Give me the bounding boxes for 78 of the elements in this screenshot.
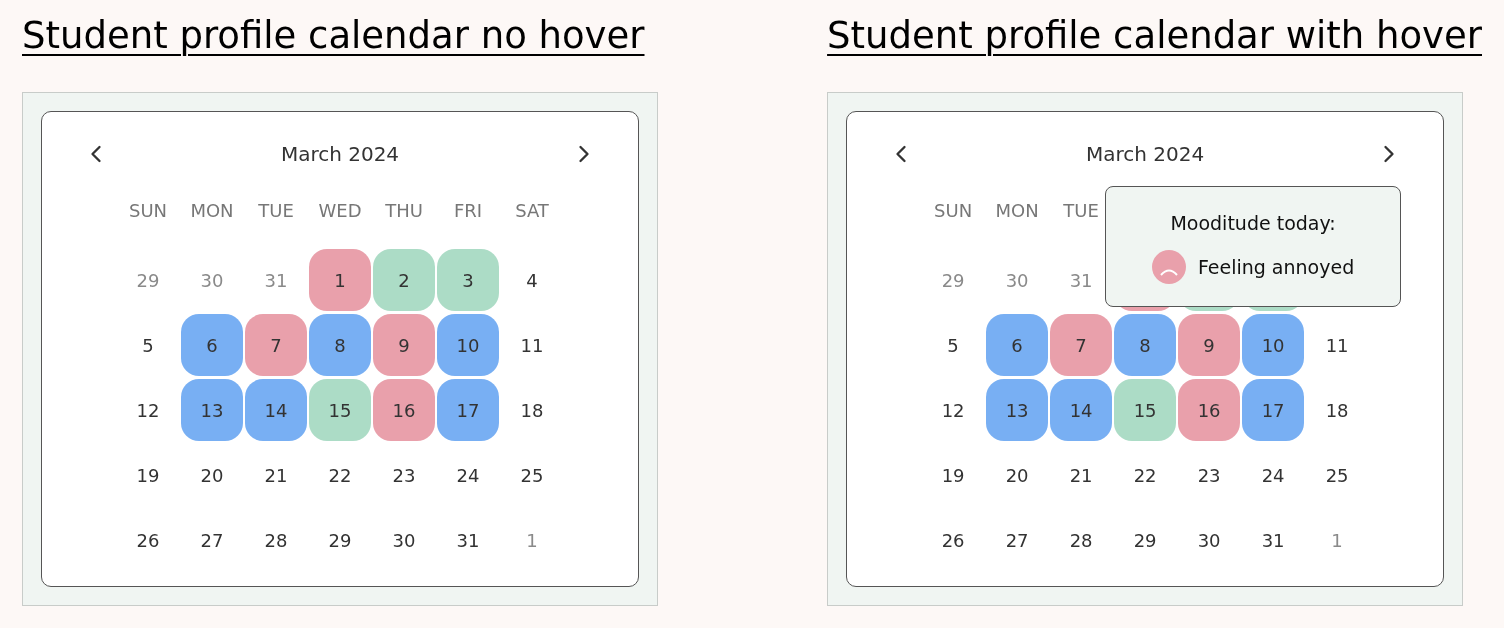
mood-day[interactable]: 10 (1242, 314, 1305, 376)
calendar-day[interactable]: 18 (501, 379, 563, 441)
calendar-day[interactable]: 30 (181, 249, 243, 311)
mood-day[interactable]: 8 (309, 314, 371, 376)
mood-day[interactable]: 16 (373, 379, 435, 441)
mood-day[interactable]: 17 (1242, 379, 1305, 441)
mood-day[interactable]: 17 (437, 379, 499, 441)
mood-day[interactable]: 15 (309, 379, 371, 441)
calendar-day[interactable]: 27 (986, 509, 1049, 571)
mood-day[interactable]: 10 (437, 314, 499, 376)
section-title: Student profile calendar with hover (827, 14, 1482, 58)
mood-day[interactable]: 14 (1050, 379, 1113, 441)
mood-day[interactable]: 2 (373, 249, 435, 311)
mood-day[interactable]: 13 (986, 379, 1049, 441)
calendar-day[interactable]: 28 (245, 509, 307, 571)
month-label: March 2024 (280, 141, 400, 168)
calendar-day[interactable]: 25 (501, 444, 563, 506)
calendar-day[interactable]: 4 (501, 249, 563, 311)
mood-label: Feeling annoyed (1197, 254, 1355, 280)
calendar-day[interactable]: 5 (117, 314, 179, 376)
tooltip-title: Mooditude today: (1170, 211, 1336, 237)
weekday-label: FRI (452, 198, 484, 223)
calendar-day[interactable]: 21 (245, 444, 307, 506)
calendar-day[interactable]: 11 (1306, 314, 1369, 376)
weekday-label: MON (189, 198, 235, 223)
calendar-day[interactable]: 21 (1050, 444, 1113, 506)
mood-day[interactable]: 7 (245, 314, 307, 376)
calendar-day[interactable]: 22 (309, 444, 371, 506)
calendar-day[interactable]: 29 (309, 509, 371, 571)
calendar-day[interactable]: 23 (1178, 444, 1241, 506)
calendar-day[interactable]: 29 (1114, 509, 1177, 571)
calendar-day[interactable]: 22 (1114, 444, 1177, 506)
weekday-label: SUN (933, 198, 974, 223)
calendar-day[interactable]: 25 (1306, 444, 1369, 506)
calendar-day[interactable]: 24 (437, 444, 499, 506)
weekday-label: TUE (1062, 198, 1100, 223)
calendar-day[interactable]: 5 (922, 314, 985, 376)
calendar-day[interactable]: 19 (117, 444, 179, 506)
weekday-label: MON (994, 198, 1040, 223)
weekday-label: THU (384, 198, 424, 223)
calendar-day[interactable]: 29 (117, 249, 179, 311)
calendar-day[interactable]: 30 (1178, 509, 1241, 571)
mood-day[interactable]: 16 (1178, 379, 1241, 441)
mood-day[interactable]: 13 (181, 379, 243, 441)
calendar-day[interactable]: 28 (1050, 509, 1113, 571)
mood-day[interactable]: 14 (245, 379, 307, 441)
calendar-day[interactable]: 12 (922, 379, 985, 441)
mood-day[interactable]: 9 (373, 314, 435, 376)
mood-day[interactable]: 6 (181, 314, 243, 376)
weekday-label: SUN (127, 198, 169, 223)
month-label: March 2024 (1085, 141, 1205, 168)
weekday-label: SAT (514, 198, 550, 223)
calendar-day[interactable]: 20 (181, 444, 243, 506)
calendar-day[interactable]: 19 (922, 444, 985, 506)
calendar-day[interactable]: 27 (181, 509, 243, 571)
section-title: Student profile calendar no hover (22, 14, 645, 58)
mood-day[interactable]: 3 (437, 249, 499, 311)
mood-day[interactable]: 1 (309, 249, 371, 311)
calendar-day[interactable]: 31 (245, 249, 307, 311)
calendar-day[interactable]: 30 (373, 509, 435, 571)
weekday-label: WED (317, 198, 363, 223)
weekday-label: TUE (257, 198, 295, 223)
calendar-day[interactable]: 31 (437, 509, 499, 571)
mood-day[interactable]: 7 (1050, 314, 1113, 376)
calendar-day[interactable]: 11 (501, 314, 563, 376)
calendar-day[interactable]: 23 (373, 444, 435, 506)
calendar-day[interactable]: 20 (986, 444, 1049, 506)
mood-day[interactable]: 6 (986, 314, 1049, 376)
calendar-day[interactable]: 26 (922, 509, 985, 571)
mood-day[interactable]: 15 (1114, 379, 1177, 441)
mood-day[interactable]: 8 (1114, 314, 1177, 376)
calendar-day[interactable]: 12 (117, 379, 179, 441)
calendar-day[interactable]: 26 (117, 509, 179, 571)
calendar-day[interactable]: 29 (922, 249, 985, 311)
calendar-day[interactable]: 24 (1242, 444, 1305, 506)
mood-day[interactable]: 9 (1178, 314, 1241, 376)
calendar-day[interactable]: 18 (1306, 379, 1369, 441)
calendar-day[interactable]: 31 (1242, 509, 1305, 571)
